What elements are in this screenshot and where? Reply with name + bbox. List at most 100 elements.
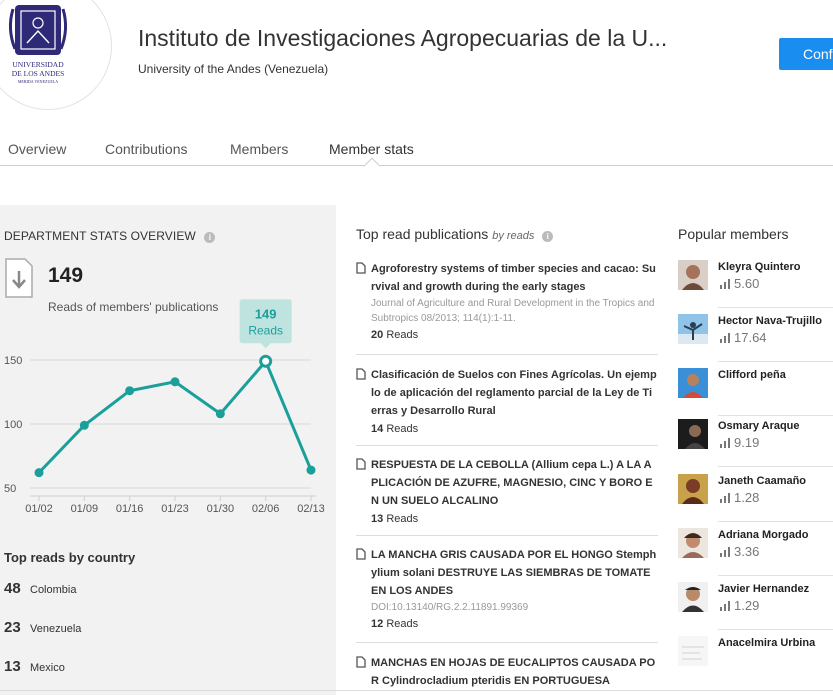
document-icon — [356, 548, 366, 560]
publication-doi: DOI:10.13140/RG.2.2.11891.99369 — [371, 602, 529, 613]
avatar[interactable] — [678, 474, 708, 504]
divider — [0, 690, 833, 691]
divider — [718, 415, 833, 416]
data-point[interactable] — [34, 468, 44, 478]
publication-reads: 13 Reads — [371, 513, 419, 525]
country-count: 48 — [4, 580, 21, 597]
country-count: 13 — [4, 658, 21, 675]
tab-bar: Overview Contributions Members Member st… — [0, 134, 833, 166]
data-point[interactable] — [215, 409, 225, 419]
institution-logo[interactable]: UNIVERSIDAD DE LOS ANDES MERIDA VENEZUEL… — [0, 0, 112, 110]
divider — [356, 354, 658, 355]
reads-line-chart: 50 100 150 01/02 01/09 01/16 01/23 01/30 02/06 0… — [4, 299, 325, 515]
university-seal-icon: UNIVERSIDAD DE LOS ANDES MERIDA VENEZUEL… — [8, 5, 68, 84]
data-point[interactable] — [170, 377, 180, 387]
avatar[interactable] — [678, 260, 708, 290]
member-name[interactable]: Javier Hernandez — [718, 583, 809, 595]
member-name[interactable]: Adriana Morgado — [718, 529, 808, 541]
tab-members[interactable]: Members — [230, 141, 288, 157]
divider — [718, 575, 833, 576]
document-icon — [356, 458, 366, 470]
member-item[interactable]: Kleyra Quintero 5.60 — [678, 260, 833, 314]
avatar[interactable] — [678, 582, 708, 612]
member-item[interactable]: Javier Hernandez 1.29 — [678, 582, 833, 636]
member-name[interactable]: Clifford peña — [718, 369, 786, 381]
publication-title[interactable]: MANCHAS EN HOJAS DE EUCALIPTOS CAUSADA P… — [371, 654, 658, 690]
document-icon — [356, 368, 366, 380]
avatar[interactable] — [678, 636, 708, 666]
country-row: 13 Mexico — [4, 658, 65, 675]
publication-title[interactable]: LA MANCHA GRIS CAUSADA POR EL HONGO Stem… — [371, 546, 658, 600]
publication-item: Agroforestry systems of timber species a… — [356, 260, 658, 344]
x-tick-label: 01/09 — [71, 503, 99, 515]
member-name[interactable]: Kleyra Quintero — [718, 261, 801, 273]
member-item[interactable]: Osmary Araque 9.19 — [678, 419, 833, 473]
country-row: 48 Colombia — [4, 580, 76, 597]
member-item[interactable]: Janeth Caamaño 1.28 — [678, 474, 833, 528]
institution-name: Instituto de Investigaciones Agropecuari… — [138, 25, 668, 51]
info-icon[interactable]: i — [204, 232, 216, 243]
stats-title-row: DEPARTMENT STATS OVERVIEW i — [4, 227, 216, 245]
data-point[interactable] — [79, 420, 89, 430]
tab-overview[interactable]: Overview — [8, 141, 66, 157]
chart-tooltip: 149 Reads — [239, 299, 292, 349]
stats-bars-icon — [720, 333, 730, 343]
member-score: 1.29 — [720, 598, 759, 613]
publication-reads: 12 Reads — [371, 618, 419, 630]
y-tick-label: 100 — [4, 419, 22, 431]
x-tick-label: 02/13 — [297, 503, 325, 515]
stats-bars-icon — [720, 601, 730, 611]
stats-title: DEPARTMENT STATS OVERVIEW — [4, 229, 196, 243]
document-icon — [356, 262, 366, 274]
country-name[interactable]: Colombia — [30, 584, 76, 596]
publication-meta: Journal of Agriculture and Rural Develop… — [371, 298, 655, 324]
member-item[interactable]: Hector Nava-Trujillo 17.64 — [678, 314, 833, 368]
avatar[interactable] — [678, 368, 708, 398]
stats-bars-icon — [720, 438, 730, 448]
total-reads-value: 149 — [48, 264, 84, 287]
y-tick-label: 50 — [4, 483, 16, 495]
tab-contributions[interactable]: Contributions — [105, 141, 188, 157]
divider — [356, 535, 658, 536]
country-section-title: Top reads by country — [4, 550, 136, 565]
x-tick-label: 02/06 — [252, 503, 280, 515]
country-name[interactable]: Mexico — [30, 662, 65, 674]
document-icon — [356, 656, 366, 668]
member-score: 9.19 — [720, 435, 759, 450]
data-point[interactable] — [125, 386, 135, 396]
avatar[interactable] — [678, 314, 708, 344]
info-icon[interactable]: i — [542, 231, 554, 242]
data-point[interactable] — [259, 354, 273, 368]
stats-bars-icon — [720, 547, 730, 557]
publication-item: RESPUESTA DE LA CEBOLLA (Allium cepa L.)… — [356, 456, 658, 528]
divider — [718, 521, 833, 522]
divider — [718, 307, 833, 308]
member-name[interactable]: Anacelmira Urbina — [718, 637, 815, 649]
members-heading: Popular members — [678, 226, 789, 242]
tab-member-stats[interactable]: Member stats — [329, 141, 414, 157]
download-reads-icon — [5, 258, 33, 298]
avatar[interactable] — [678, 528, 708, 558]
member-name[interactable]: Janeth Caamaño — [718, 475, 806, 487]
member-score: 3.36 — [720, 544, 759, 559]
member-item[interactable]: Adriana Morgado 3.36 — [678, 528, 833, 582]
member-item[interactable]: Anacelmira Urbina — [678, 636, 833, 690]
publication-title[interactable]: RESPUESTA DE LA CEBOLLA (Allium cepa L.)… — [371, 456, 658, 510]
avatar[interactable] — [678, 419, 708, 449]
publication-title[interactable]: Agroforestry systems of timber species a… — [371, 260, 658, 296]
x-tick-label: 01/23 — [161, 503, 189, 515]
logo-text-3: MERIDA VENEZUELA — [18, 79, 58, 84]
publications-heading-suffix: by reads — [492, 230, 535, 242]
member-name[interactable]: Osmary Araque — [718, 420, 800, 432]
divider — [356, 642, 658, 643]
follow-button[interactable]: Conf — [779, 38, 833, 70]
publication-title[interactable]: Clasificación de Suelos con Fines Agríco… — [371, 366, 658, 420]
data-point[interactable] — [306, 465, 316, 475]
member-name[interactable]: Hector Nava-Trujillo — [718, 315, 822, 327]
country-name[interactable]: Venezuela — [30, 623, 81, 635]
stats-bars-icon — [720, 493, 730, 503]
publication-item: MANCHAS EN HOJAS DE EUCALIPTOS CAUSADA P… — [356, 654, 658, 690]
publications-heading-text: Top read publications — [356, 226, 489, 242]
institution-affiliation[interactable]: University of the Andes (Venezuela) — [138, 62, 328, 76]
member-item[interactable]: Clifford peña — [678, 368, 833, 422]
